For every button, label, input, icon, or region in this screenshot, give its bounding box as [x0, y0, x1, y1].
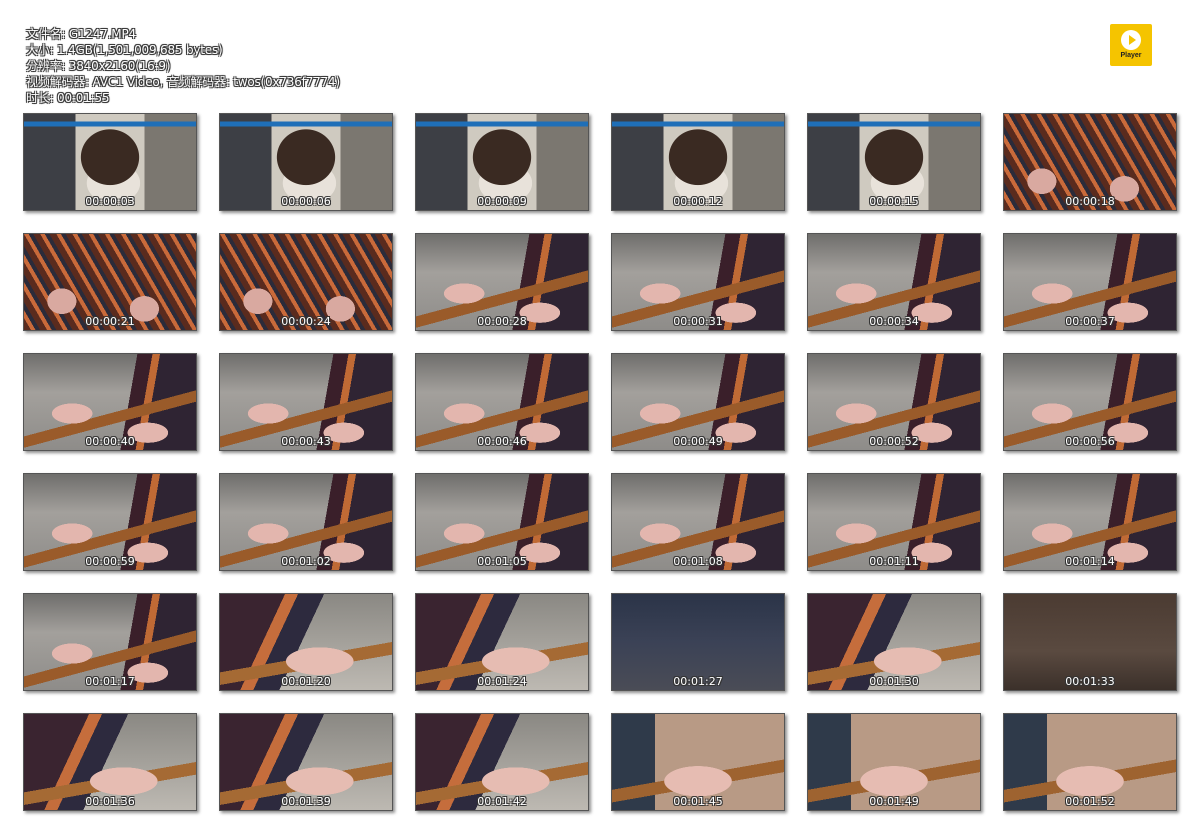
frame-timestamp: 00:00:28 [477, 315, 527, 328]
filename-label: 文件名: G1247.MP4 [26, 27, 136, 41]
frame-timestamp: 00:01:33 [1065, 675, 1115, 688]
frame-timestamp: 00:00:56 [1065, 435, 1115, 448]
frame-timestamp: 00:00:43 [281, 435, 331, 448]
frame-timestamp: 00:00:18 [1065, 195, 1115, 208]
thumbnail-frame[interactable]: 00:00:12 [611, 113, 785, 211]
frame-timestamp: 00:00:03 [85, 195, 135, 208]
thumbnail-frame[interactable]: 00:01:08 [611, 473, 785, 571]
frame-timestamp: 00:01:45 [673, 795, 723, 808]
frame-timestamp: 00:00:31 [673, 315, 723, 328]
thumbnail-frame[interactable]: 00:00:24 [219, 233, 393, 331]
thumbnail-frame[interactable]: 00:01:11 [807, 473, 981, 571]
frame-timestamp: 00:01:27 [673, 675, 723, 688]
frame-timestamp: 00:01:36 [85, 795, 135, 808]
frame-timestamp: 00:01:30 [869, 675, 919, 688]
frame-timestamp: 00:00:15 [869, 195, 919, 208]
resolution-label: 分辨率: 3840x2160(16:9) [26, 59, 171, 73]
frame-timestamp: 00:01:11 [869, 555, 919, 568]
frame-timestamp: 00:00:12 [673, 195, 723, 208]
frame-timestamp: 00:01:08 [673, 555, 723, 568]
thumbnail-frame[interactable]: 00:01:52 [1003, 713, 1177, 811]
thumbnail-frame[interactable]: 00:00:37 [1003, 233, 1177, 331]
thumbnail-frame[interactable]: 00:01:24 [415, 593, 589, 691]
thumbnail-frame[interactable]: 00:01:02 [219, 473, 393, 571]
thumbnail-frame[interactable]: 00:01:36 [23, 713, 197, 811]
codec-label: 视频解码器: AVC1 Video, 音频解码器: twos(0x736f777… [26, 75, 340, 89]
thumbnail-frame[interactable]: 00:00:40 [23, 353, 197, 451]
thumbnail-frame[interactable]: 00:00:03 [23, 113, 197, 211]
thumbnail-frame[interactable]: 00:01:39 [219, 713, 393, 811]
thumbnail-frame[interactable]: 00:00:49 [611, 353, 785, 451]
frame-timestamp: 00:00:46 [477, 435, 527, 448]
frame-timestamp: 00:00:09 [477, 195, 527, 208]
thumbnail-frame[interactable]: 00:00:46 [415, 353, 589, 451]
thumbnail-frame[interactable]: 00:01:14 [1003, 473, 1177, 571]
thumbnail-frame[interactable]: 00:00:52 [807, 353, 981, 451]
thumbnail-frame[interactable]: 00:01:42 [415, 713, 589, 811]
frame-timestamp: 00:01:20 [281, 675, 331, 688]
thumbnail-frame[interactable]: 00:00:59 [23, 473, 197, 571]
frame-timestamp: 00:01:39 [281, 795, 331, 808]
frame-timestamp: 00:00:06 [281, 195, 331, 208]
thumbnail-frame[interactable]: 00:00:18 [1003, 113, 1177, 211]
thumbnail-frame[interactable]: 00:01:20 [219, 593, 393, 691]
thumbnail-frame[interactable]: 00:00:34 [807, 233, 981, 331]
play-icon [1121, 29, 1141, 50]
frame-timestamp: 00:01:24 [477, 675, 527, 688]
frame-timestamp: 00:00:21 [85, 315, 135, 328]
thumbnail-frame[interactable]: 00:00:28 [415, 233, 589, 331]
thumbnail-frame[interactable]: 00:01:45 [611, 713, 785, 811]
thumbnail-frame[interactable]: 00:00:06 [219, 113, 393, 211]
duration-label: 时长: 00:01:55 [26, 91, 110, 105]
thumbnail-frame[interactable]: 00:01:30 [807, 593, 981, 691]
frame-timestamp: 00:01:05 [477, 555, 527, 568]
thumbnail-frame[interactable]: 00:00:09 [415, 113, 589, 211]
thumbnail-frame[interactable]: 00:00:15 [807, 113, 981, 211]
filesize-label: 大小: 1.4GB(1,501,009,685 bytes) [26, 43, 223, 57]
thumbnail-frame[interactable]: 00:01:27 [611, 593, 785, 691]
frame-timestamp: 00:00:49 [673, 435, 723, 448]
logo-text: Player [1120, 51, 1142, 59]
thumbnail-frame[interactable]: 00:01:49 [807, 713, 981, 811]
thumbnail-frame[interactable]: 00:00:31 [611, 233, 785, 331]
frame-timestamp: 00:00:40 [85, 435, 135, 448]
frame-timestamp: 00:00:34 [869, 315, 919, 328]
frame-timestamp: 00:01:52 [1065, 795, 1115, 808]
player-logo: Player [1110, 24, 1152, 66]
thumbnail-frame[interactable]: 00:00:21 [23, 233, 197, 331]
frame-timestamp: 00:00:52 [869, 435, 919, 448]
frame-timestamp: 00:00:24 [281, 315, 331, 328]
thumbnail-frame[interactable]: 00:00:56 [1003, 353, 1177, 451]
thumbnail-frame[interactable]: 00:01:33 [1003, 593, 1177, 691]
thumbnail-frame[interactable]: 00:01:05 [415, 473, 589, 571]
frame-timestamp: 00:01:14 [1065, 555, 1115, 568]
thumbnail-frame[interactable]: 00:00:43 [219, 353, 393, 451]
frame-timestamp: 00:01:17 [85, 675, 135, 688]
frame-timestamp: 00:01:02 [281, 555, 331, 568]
thumbnail-frame[interactable]: 00:01:17 [23, 593, 197, 691]
frame-timestamp: 00:00:59 [85, 555, 135, 568]
frame-timestamp: 00:01:42 [477, 795, 527, 808]
file-info-header: 文件名: G1247.MP4 大小: 1.4GB(1,501,009,685 b… [26, 26, 340, 106]
frame-timestamp: 00:00:37 [1065, 315, 1115, 328]
frame-timestamp: 00:01:49 [869, 795, 919, 808]
